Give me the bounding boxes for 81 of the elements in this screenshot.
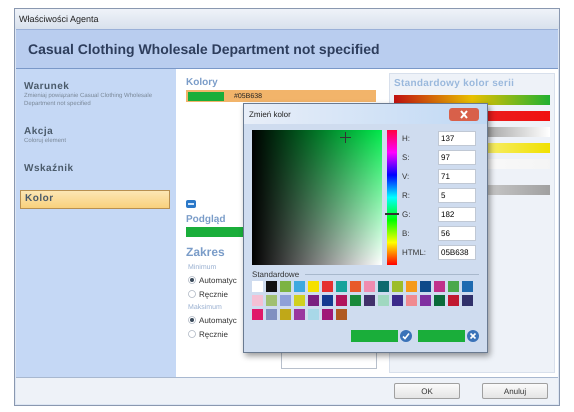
section-title: Podgląd xyxy=(186,214,226,225)
color-swatch[interactable] xyxy=(294,309,305,320)
preview-bar xyxy=(186,227,246,237)
color-swatch[interactable] xyxy=(406,281,417,292)
input-field[interactable]: 71 xyxy=(438,169,476,184)
field-label: HTML: xyxy=(402,248,427,257)
color-swatch[interactable] xyxy=(322,281,333,292)
color-swatch[interactable] xyxy=(308,281,319,292)
color-swatch[interactable] xyxy=(336,281,347,292)
color-swatch xyxy=(188,92,224,100)
close-icon[interactable] xyxy=(467,330,479,342)
hue-slider[interactable] xyxy=(387,130,397,265)
color-swatch[interactable] xyxy=(364,281,375,292)
window-title: Właściwości Agenta xyxy=(19,14,99,24)
color-swatch[interactable] xyxy=(350,281,361,292)
radio-option[interactable]: Automatyc xyxy=(188,313,237,327)
radio-option[interactable]: Ręcznie xyxy=(188,287,228,301)
color-swatch[interactable] xyxy=(322,295,333,306)
add-button[interactable] xyxy=(186,200,196,208)
crosshair-icon[interactable] xyxy=(340,132,351,143)
section-title: Zakres xyxy=(186,245,226,259)
field-label: R: xyxy=(402,191,411,200)
color-gradient-area[interactable] xyxy=(252,130,382,265)
section-title: Kolory xyxy=(186,77,219,88)
color-swatch[interactable] xyxy=(364,295,375,306)
color-swatch[interactable] xyxy=(280,309,291,320)
color-swatch[interactable] xyxy=(336,309,347,320)
color-swatch[interactable] xyxy=(266,309,277,320)
field-label: H: xyxy=(402,134,411,143)
input-field[interactable]: 5 xyxy=(438,188,476,203)
color-swatch[interactable] xyxy=(280,281,291,292)
field-label: S: xyxy=(402,153,411,162)
input-field[interactable]: 182 xyxy=(438,207,476,222)
field-label: V: xyxy=(402,172,410,181)
color-swatch[interactable] xyxy=(462,281,473,292)
color-swatch[interactable] xyxy=(294,281,305,292)
dialog-title: Zmień kolor xyxy=(249,110,291,118)
new-color-preview xyxy=(351,330,398,342)
color-swatch[interactable] xyxy=(378,281,389,292)
color-swatch[interactable] xyxy=(406,295,417,306)
dialog-button[interactable]: OK xyxy=(394,383,460,399)
color-swatch[interactable] xyxy=(448,281,459,292)
color-swatch[interactable] xyxy=(392,295,403,306)
color-swatch[interactable] xyxy=(350,295,361,306)
color-swatch[interactable] xyxy=(434,281,445,292)
field-label: G: xyxy=(402,210,412,219)
color-swatch[interactable] xyxy=(266,295,277,306)
color-swatch[interactable] xyxy=(252,281,263,292)
color-swatch[interactable] xyxy=(378,295,389,306)
panel-title: Standardowy kolor serii xyxy=(394,78,516,89)
sidebar-item[interactable]: Wskaźnik xyxy=(20,161,170,178)
check-icon[interactable] xyxy=(400,330,412,342)
dialog-button[interactable]: Anuluj xyxy=(482,383,548,399)
color-swatch[interactable] xyxy=(308,295,319,306)
input-field[interactable]: 97 xyxy=(438,150,476,165)
sidebar-item[interactable]: Kolor xyxy=(20,190,170,209)
color-swatch[interactable] xyxy=(322,309,333,320)
old-color-preview xyxy=(418,330,465,342)
color-swatch[interactable] xyxy=(462,295,473,306)
swatches-label: Standardowe xyxy=(252,270,300,279)
color-swatch[interactable] xyxy=(420,281,431,292)
header-title: Casual Clothing Wholesale Department not specified xyxy=(28,41,380,57)
color-swatch[interactable] xyxy=(448,295,459,306)
input-field[interactable]: 137 xyxy=(438,131,476,146)
color-swatch[interactable] xyxy=(280,295,291,306)
color-swatch[interactable] xyxy=(336,295,347,306)
radio-option[interactable]: Automatyc xyxy=(188,273,237,287)
input-field[interactable]: 05B638 xyxy=(438,245,476,260)
color-swatch[interactable] xyxy=(252,309,263,320)
radio-option[interactable]: Ręcznie xyxy=(188,327,228,341)
color-swatch[interactable] xyxy=(420,295,431,306)
color-swatch[interactable] xyxy=(294,295,305,306)
color-swatch[interactable] xyxy=(252,295,263,306)
field-label: B: xyxy=(402,229,411,238)
color-swatch[interactable] xyxy=(392,281,403,292)
color-swatch[interactable] xyxy=(266,281,277,292)
color-swatch[interactable] xyxy=(308,309,319,320)
close-icon[interactable] xyxy=(449,108,479,120)
input-field[interactable]: 56 xyxy=(438,226,476,241)
slider-thumb[interactable] xyxy=(385,212,399,215)
color-swatch[interactable] xyxy=(434,295,445,306)
